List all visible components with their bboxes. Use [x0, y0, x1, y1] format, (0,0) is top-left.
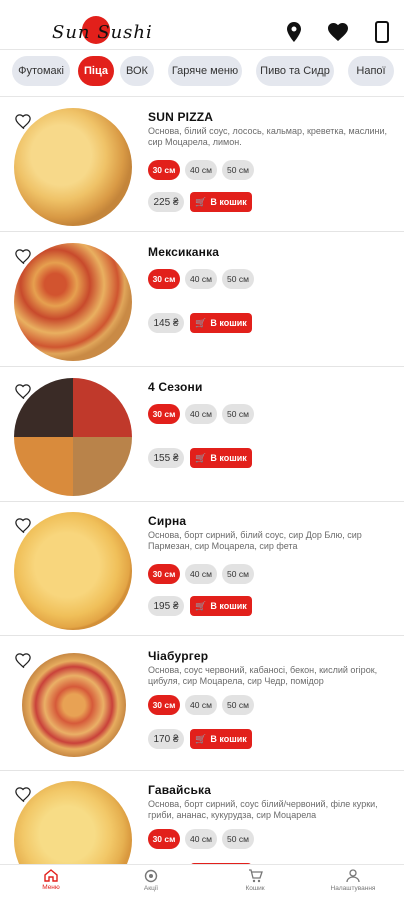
home-icon [44, 869, 58, 882]
add-to-cart-button[interactable]: 🛒 В кошик [190, 596, 252, 616]
product-name: Гавайська [148, 783, 212, 797]
price-badge: 195 ₴ [148, 596, 184, 616]
location-pin-icon[interactable] [282, 20, 306, 44]
size-option[interactable]: 50 см [222, 829, 254, 849]
price-badge: 155 ₴ [148, 448, 184, 468]
promo-icon [144, 869, 158, 883]
favorite-heart-icon[interactable] [14, 653, 32, 671]
cart-icon: 🛒 [195, 196, 207, 207]
size-option[interactable]: 40 см [185, 160, 217, 180]
product-name: SUN PIZZA [148, 110, 214, 124]
add-to-cart-button[interactable]: 🛒 В кошик [190, 313, 252, 333]
size-selector: 30 см 40 см 50 см [148, 160, 254, 180]
cart-icon: 🛒 [195, 317, 207, 328]
add-to-cart-button[interactable]: 🛒 В кошик [190, 448, 252, 468]
tab-hot-menu[interactable]: Гаряче меню [168, 56, 242, 86]
size-option[interactable]: 30 см [148, 269, 180, 289]
nav-label: Налаштування [330, 885, 376, 892]
favorite-heart-icon[interactable] [14, 114, 32, 132]
product-name: Мексиканка [148, 245, 220, 259]
logo-text: Sun Sushi [52, 22, 153, 43]
size-selector: 30 см 40 см 50 см [148, 564, 254, 584]
size-selector: 30 см 40 см 50 см [148, 404, 254, 424]
product-name: Сирна [148, 514, 187, 528]
favorite-heart-icon[interactable] [14, 384, 32, 402]
add-to-cart-button[interactable]: 🛒 В кошик [190, 192, 252, 212]
app-header: Sun Sushi [0, 0, 404, 50]
product-description: Основа, борт сирний, соус білий/червоний… [148, 799, 378, 820]
size-option[interactable]: 40 см [185, 564, 217, 584]
nav-label: Кошик [245, 885, 265, 892]
profile-icon [346, 869, 360, 883]
product-card[interactable]: Сирна Основа, борт сирний, білий соус, с… [0, 502, 404, 636]
pizza-image [22, 653, 126, 757]
heart-icon[interactable] [326, 20, 350, 44]
size-option[interactable]: 30 см [148, 829, 180, 849]
product-card[interactable]: Гавайська Основа, борт сирний, соус біли… [0, 771, 404, 864]
product-description: Основа, білий соус, лосось, кальмар, кре… [148, 126, 388, 147]
tab-pizza[interactable]: Піца [78, 56, 114, 86]
product-card[interactable]: Мексиканка 30 см 40 см 50 см 145 ₴ 🛒 В ко… [0, 233, 404, 367]
cart-icon [248, 869, 263, 883]
bottom-navigation: Меню Акції Кошик Налаштування [0, 864, 404, 900]
tab-drinks[interactable]: Напої [348, 56, 394, 86]
product-card[interactable]: SUN PIZZA Основа, білий соус, лосось, ка… [0, 98, 404, 232]
price-badge: 145 ₴ [148, 313, 184, 333]
product-card[interactable]: 4 Сезони 30 см 40 см 50 см 155 ₴ 🛒 В коши… [0, 368, 404, 502]
phone-icon[interactable] [370, 20, 394, 44]
size-option[interactable]: 30 см [148, 160, 180, 180]
nav-label: Меню [42, 884, 60, 891]
size-option[interactable]: 30 см [148, 404, 180, 424]
size-option[interactable]: 50 см [222, 269, 254, 289]
favorite-heart-icon[interactable] [14, 518, 32, 536]
size-option[interactable]: 50 см [222, 695, 254, 715]
size-option[interactable]: 50 см [222, 564, 254, 584]
product-name: 4 Сезони [148, 380, 203, 394]
size-option[interactable]: 50 см [222, 404, 254, 424]
category-tabs: Футомакі Піца ВОК Гаряче меню Пиво та Си… [0, 56, 404, 86]
nav-promo[interactable]: Акції [106, 869, 196, 899]
size-selector: 30 см 40 см 50 см [148, 829, 254, 849]
nav-cart[interactable]: Кошик [210, 869, 300, 899]
product-card[interactable]: Чіабургер Основа, соус червоний, кабанос… [0, 637, 404, 771]
tab-futomaki[interactable]: Футомакі [12, 56, 70, 86]
product-name: Чіабургер [148, 649, 209, 663]
product-list: SUN PIZZA Основа, білий соус, лосось, ка… [0, 98, 404, 864]
size-option[interactable]: 40 см [185, 404, 217, 424]
favorite-heart-icon[interactable] [14, 249, 32, 267]
size-option[interactable]: 30 см [148, 695, 180, 715]
price-badge: 170 ₴ [148, 729, 184, 749]
size-option[interactable]: 50 см [222, 160, 254, 180]
size-option[interactable]: 40 см [185, 695, 217, 715]
nav-menu[interactable]: Меню [6, 869, 96, 899]
tab-wok[interactable]: ВОК [120, 56, 154, 86]
cart-icon: 🛒 [195, 452, 207, 463]
nav-settings[interactable]: Налаштування [308, 869, 398, 899]
tab-beer-cider[interactable]: Пиво та Сидр [256, 56, 334, 86]
price-badge: 225 ₴ [148, 192, 184, 212]
size-option[interactable]: 40 см [185, 829, 217, 849]
cart-icon: 🛒 [195, 600, 207, 611]
logo[interactable]: Sun Sushi [52, 16, 156, 46]
size-option[interactable]: 30 см [148, 564, 180, 584]
divider [0, 96, 404, 97]
size-selector: 30 см 40 см 50 см [148, 269, 254, 289]
product-description: Основа, соус червоний, кабаносі, бекон, … [148, 665, 378, 686]
product-description: Основа, борт сирний, білий соус, сир Дор… [148, 530, 362, 551]
cart-icon: 🛒 [195, 733, 207, 744]
add-to-cart-button[interactable]: 🛒 В кошик [190, 729, 252, 749]
nav-label: Акції [143, 885, 159, 892]
size-selector: 30 см 40 см 50 см [148, 695, 254, 715]
size-option[interactable]: 40 см [185, 269, 217, 289]
favorite-heart-icon[interactable] [14, 787, 32, 805]
